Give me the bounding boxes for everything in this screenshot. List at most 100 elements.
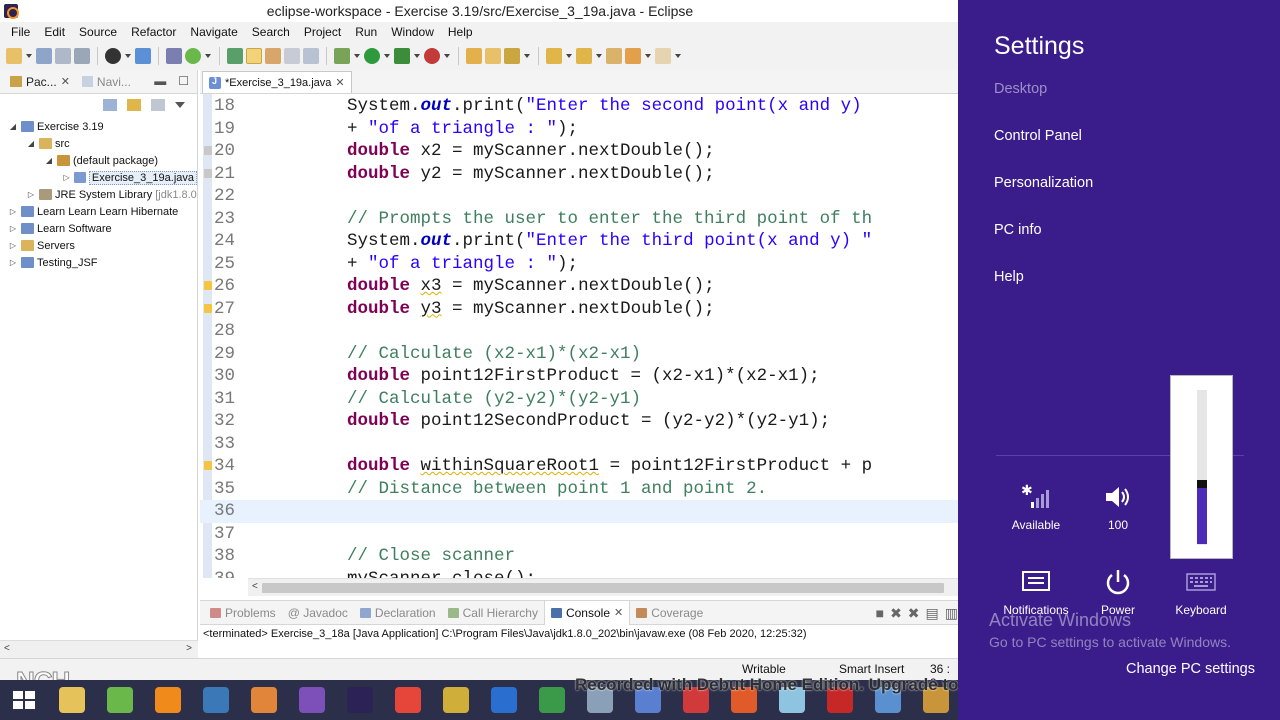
last-edit-icon[interactable] xyxy=(606,48,622,64)
external-tools-icon[interactable] xyxy=(424,48,440,64)
scroll-lock-icon[interactable]: ▥ xyxy=(945,605,958,622)
previous-annotation-dropdown-icon[interactable] xyxy=(595,48,603,64)
tree-item-hibernate[interactable]: ▷ Learn Learn Learn Hibernate xyxy=(0,203,197,220)
collapsed-arrow-icon[interactable]: ▷ xyxy=(8,241,18,250)
show-whitespace-icon[interactable] xyxy=(284,48,300,64)
save-all-icon[interactable] xyxy=(55,48,71,64)
menu-help[interactable]: Help xyxy=(441,25,480,39)
collapsed-arrow-icon[interactable]: ▷ xyxy=(62,173,71,182)
keyboard-button[interactable]: Keyboard xyxy=(1161,567,1241,617)
tree-item-exercise-3-19[interactable]: ◢ Exercise 3.19 xyxy=(0,118,197,135)
toggle-breakpoint-icon[interactable] xyxy=(166,48,182,64)
volume-button[interactable]: 100 xyxy=(1078,482,1158,532)
code-line[interactable]: 27 double y3 = myScanner.nextDouble(); xyxy=(200,298,958,321)
code-line[interactable]: 30 double point12FirstProduct = (x2-x1)*(… xyxy=(200,365,958,388)
code-line[interactable]: 22 xyxy=(200,185,958,208)
open-type-icon[interactable] xyxy=(265,48,281,64)
start-icon[interactable] xyxy=(6,683,42,717)
menu-file[interactable]: File xyxy=(4,25,37,39)
collapsed-arrow-icon[interactable]: ▷ xyxy=(26,190,36,199)
wrench-dropdown-icon[interactable] xyxy=(523,48,531,64)
run-dropdown-icon[interactable] xyxy=(383,48,391,64)
code-line[interactable]: 21 double y2 = myScanner.nextDouble(); xyxy=(200,163,958,186)
media-player-icon[interactable] xyxy=(246,683,282,717)
terminate-icon[interactable]: ■ xyxy=(876,605,884,622)
block-selection-icon[interactable] xyxy=(303,48,319,64)
code-line[interactable]: 18 System.out.print("Enter the second poi… xyxy=(200,95,958,118)
code-line[interactable]: 36 xyxy=(200,500,958,523)
warning-icon[interactable] xyxy=(204,281,212,290)
collapse-all-icon[interactable] xyxy=(103,99,117,111)
spring-icon[interactable] xyxy=(185,48,201,64)
coverage-icon[interactable] xyxy=(394,48,410,64)
menu-search[interactable]: Search xyxy=(245,25,297,39)
tree-item-java-file[interactable]: ▷ Exercise_3_19a.java xyxy=(0,169,197,186)
spring-dropdown-icon[interactable] xyxy=(204,48,212,64)
close-icon[interactable]: ✕ xyxy=(335,76,344,89)
project-icon[interactable] xyxy=(438,683,474,717)
wireshark-icon[interactable] xyxy=(486,683,522,717)
code-area[interactable]: 18 System.out.print("Enter the second poi… xyxy=(200,94,958,578)
save-icon[interactable] xyxy=(36,48,52,64)
terminal-icon[interactable] xyxy=(135,48,151,64)
skip-breakpoints-icon[interactable] xyxy=(227,48,243,64)
maximize-icon[interactable]: ☐ xyxy=(178,74,189,88)
tree-item-testing-jsf[interactable]: ▷ Testing_JSF xyxy=(0,254,197,271)
tab-declaration[interactable]: Declaration xyxy=(354,601,442,625)
code-line[interactable]: 38 // Close scanner xyxy=(200,545,958,568)
scroll-left-icon[interactable]: < xyxy=(252,581,258,592)
back-icon[interactable] xyxy=(625,48,641,64)
tree-item-src[interactable]: ◢ src xyxy=(0,135,197,152)
tab-exercise-3-19a[interactable]: *Exercise_3_19a.java ✕ xyxy=(202,71,352,93)
code-line[interactable]: 39 myScanner.close(); xyxy=(200,568,958,579)
debug-dropdown-icon[interactable] xyxy=(353,48,361,64)
collapsed-arrow-icon[interactable]: ▷ xyxy=(8,207,18,216)
code-line[interactable]: 29 // Calculate (x2-x1)*(x2-x1) xyxy=(200,343,958,366)
code-line[interactable]: 20 double x2 = myScanner.nextDouble(); xyxy=(200,140,958,163)
vlc-icon[interactable] xyxy=(150,683,186,717)
code-line[interactable]: 26 double x3 = myScanner.nextDouble(); xyxy=(200,275,958,298)
warning-icon[interactable] xyxy=(204,303,212,313)
network-button[interactable]: ✱ Available xyxy=(996,482,1076,532)
remove-all-icon[interactable]: ✖ xyxy=(908,605,920,622)
tab-package-explorer[interactable]: Pac... ✕ xyxy=(4,70,76,94)
code-line[interactable]: 34 double withinSquareRoot1 = point12Firs… xyxy=(200,455,958,478)
package-explorer-scrollbar[interactable]: < > xyxy=(0,640,198,658)
remove-launch-icon[interactable]: ✖ xyxy=(890,605,902,622)
scrollbar-thumb[interactable] xyxy=(262,583,944,593)
code-line[interactable]: 35 // Distance between point 1 and point … xyxy=(200,478,958,501)
editor-horizontal-scrollbar[interactable]: < xyxy=(248,578,958,596)
tab-coverage[interactable]: Coverage xyxy=(630,601,709,625)
clear-console-icon[interactable]: ▤ xyxy=(926,605,939,622)
override-marker-icon[interactable] xyxy=(204,146,212,155)
spring-tool-icon[interactable] xyxy=(102,683,138,717)
tab-navigator[interactable]: Navi... xyxy=(76,70,137,94)
link-with-editor-icon[interactable] xyxy=(127,99,141,111)
view-menu-icon[interactable] xyxy=(175,102,185,108)
forward-dropdown-icon[interactable] xyxy=(674,48,682,64)
visual-studio-icon[interactable] xyxy=(294,683,330,717)
tab-javadoc[interactable]: @ Javadoc xyxy=(282,601,354,625)
previous-annotation-icon[interactable] xyxy=(576,48,592,64)
git-icon[interactable] xyxy=(390,683,426,717)
code-line[interactable]: 31 // Calculate (y2-y2)*(y2-y1) xyxy=(200,388,958,411)
next-annotation-icon[interactable] xyxy=(546,48,562,64)
code-line[interactable]: 25 + "of a triangle : "); xyxy=(200,253,958,276)
menu-run[interactable]: Run xyxy=(348,25,384,39)
close-icon[interactable]: ✕ xyxy=(61,75,70,88)
scroll-left-icon[interactable]: < xyxy=(4,643,10,654)
code-line[interactable]: 33 xyxy=(200,433,958,456)
external-tools-dropdown-icon[interactable] xyxy=(443,48,451,64)
expanded-arrow-icon[interactable]: ◢ xyxy=(44,156,54,165)
open-project-icon[interactable] xyxy=(466,48,482,64)
python-icon[interactable] xyxy=(198,683,234,717)
new-icon[interactable] xyxy=(6,48,22,64)
tree-item-servers[interactable]: ▷ Servers xyxy=(0,237,197,254)
tree-item-default-package[interactable]: ◢ (default package) xyxy=(0,152,197,169)
menu-project[interactable]: Project xyxy=(297,25,348,39)
build-dropdown-icon[interactable] xyxy=(124,48,132,64)
file-explorer-icon[interactable] xyxy=(54,683,90,717)
build-icon[interactable] xyxy=(105,48,121,64)
expanded-arrow-icon[interactable]: ◢ xyxy=(8,122,18,131)
settings-item-control-panel[interactable]: Control Panel xyxy=(994,128,1082,144)
